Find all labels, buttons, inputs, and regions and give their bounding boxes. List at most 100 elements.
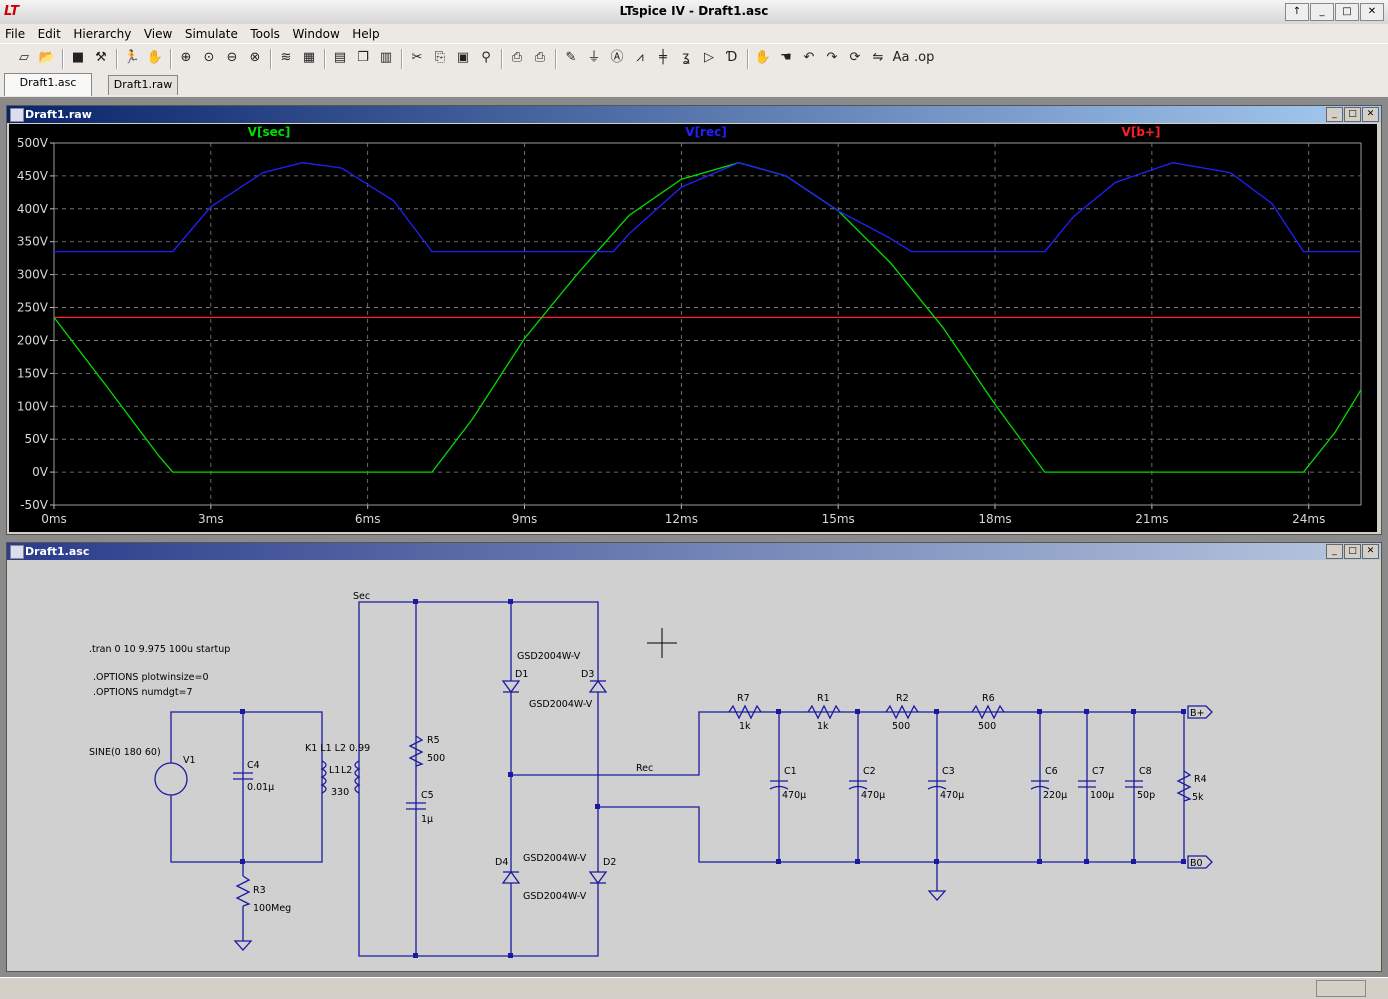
y-tick-label: 500V — [17, 136, 49, 150]
menu-edit[interactable]: Edit — [33, 24, 65, 41]
d3-ref-label: D3 — [581, 669, 594, 680]
drag-icon[interactable]: ☚ — [776, 48, 796, 68]
x-tick-label: 3ms — [198, 512, 224, 526]
schematic-minimize-button[interactable]: _ — [1326, 544, 1343, 559]
trace-legend-label[interactable]: V[sec] — [248, 125, 291, 139]
schematic-canvas[interactable]: .tran 0 10 9.975 100u startup .OPTIONS p… — [9, 561, 1377, 969]
mirror-icon[interactable]: ⇋ — [868, 48, 888, 68]
maximize-button[interactable]: □ — [1335, 3, 1359, 21]
trace-legend-label[interactable]: V[rec] — [685, 125, 726, 139]
rotate-icon[interactable]: ⟳ — [845, 48, 865, 68]
zoom-in-icon[interactable]: ⊕ — [176, 48, 196, 68]
status-bar — [0, 977, 1388, 999]
close-button[interactable]: ✕ — [1360, 3, 1384, 21]
tab-draft1-asc[interactable]: Draft1.asc — [4, 73, 92, 96]
zoom-pan-icon[interactable]: ⊙ — [199, 48, 219, 68]
menu-help[interactable]: Help — [347, 24, 383, 41]
d2-value-label: GSD2004W-V — [523, 891, 587, 902]
schematic-close-button[interactable]: ✕ — [1362, 544, 1379, 559]
toolbar-separator — [747, 49, 749, 69]
resistor-icon[interactable]: ⩘ — [630, 48, 650, 68]
directive-tran[interactable]: .tran 0 10 9.975 100u startup — [89, 644, 230, 655]
move-icon[interactable]: ✋ — [753, 48, 773, 68]
tile-vertical-icon[interactable]: ▥ — [376, 48, 396, 68]
schematic-window: Draft1.asc _ □ ✕ .tran 0 10 9.975 100u s… — [6, 542, 1382, 972]
control-panel-icon[interactable]: ⚒ — [91, 48, 111, 68]
menu-view[interactable]: View — [139, 24, 176, 41]
menu-window[interactable]: Window — [287, 24, 343, 41]
rollup-button[interactable]: ↑ — [1285, 3, 1309, 21]
tile-horizontal-icon[interactable]: ▤ — [330, 48, 350, 68]
title-bar: LT LTspice IV - Draft1.asc ↑ _ □ ✕ — [0, 0, 1388, 25]
v1-source-symbol[interactable] — [154, 762, 188, 796]
autorange-icon[interactable]: ≋ — [276, 48, 296, 68]
zoom-cancel-icon[interactable]: ⊗ — [245, 48, 265, 68]
save-icon[interactable]: ■ — [68, 48, 88, 68]
undo-icon[interactable]: ↶ — [799, 48, 819, 68]
run-icon[interactable]: 🏃 — [122, 48, 142, 68]
x-tick-label: 9ms — [512, 512, 538, 526]
r1-ref-label: R1 — [817, 693, 830, 704]
halt-icon[interactable]: ✋ — [145, 48, 165, 68]
directive-coupling[interactable]: K1 L1 L2 0.99 — [305, 743, 370, 754]
v1-ref-label: V1 — [183, 755, 196, 766]
component-icon[interactable]: Ɗ — [722, 48, 742, 68]
waveform-plot[interactable]: 500V 450V 400V 350V 300V 250V 200V 150V 100V 50V 0… — [9, 124, 1377, 532]
inductor-icon[interactable]: ʓ — [676, 48, 696, 68]
cascade-icon[interactable]: ❐ — [353, 48, 373, 68]
d2-ref-label: D2 — [603, 857, 616, 868]
print-preview-icon[interactable]: ⎙ — [507, 48, 527, 68]
directive-plotwinsize[interactable]: .OPTIONS plotwinsize=0 — [93, 672, 209, 683]
net-label-b0: B0 — [1190, 858, 1203, 869]
redo-icon[interactable]: ↷ — [822, 48, 842, 68]
y-tick-label: 150V — [17, 366, 49, 380]
c2-ref-label: C2 — [863, 766, 876, 777]
zoom-out-icon[interactable]: ⊖ — [222, 48, 242, 68]
menu-hierarchy[interactable]: Hierarchy — [68, 24, 135, 41]
cut-icon[interactable]: ✂ — [407, 48, 427, 68]
x-tick-label: 24ms — [1292, 512, 1325, 526]
d4-ref-label: D4 — [495, 857, 508, 868]
ground-icon[interactable]: ⏚ — [584, 48, 604, 68]
c5-ref-label: C5 — [421, 790, 434, 801]
waveform-minimize-button[interactable]: _ — [1326, 107, 1343, 122]
trace-legend-label[interactable]: V[b+] — [1122, 125, 1161, 139]
text-icon[interactable]: Aa — [891, 48, 911, 68]
menu-file[interactable]: File — [0, 24, 29, 41]
y-tick-label: -50V — [20, 498, 49, 512]
open-icon[interactable]: 📂 — [37, 48, 57, 68]
label-net-icon[interactable]: Ⓐ — [607, 48, 627, 68]
d1-value-label: GSD2004W-V — [517, 651, 581, 662]
capacitor-icon[interactable]: ╪ — [653, 48, 673, 68]
copy-icon[interactable]: ⎘ — [430, 48, 450, 68]
new-schematic-icon[interactable]: ▱ — [14, 48, 34, 68]
waveform-maximize-button[interactable]: □ — [1344, 107, 1361, 122]
l1-ref-label: L1 — [329, 765, 340, 776]
tab-draft1-raw[interactable]: Draft1.raw — [108, 75, 178, 95]
print-icon[interactable]: ⎙ — [530, 48, 550, 68]
c6-ref-label: C6 — [1045, 766, 1058, 777]
find-icon[interactable]: ⚲ — [476, 48, 496, 68]
r2-ref-label: R2 — [896, 693, 909, 704]
l2-ref-label: L2 — [341, 765, 352, 776]
menu-simulate[interactable]: Simulate — [180, 24, 242, 41]
menu-tools[interactable]: Tools — [245, 24, 284, 41]
waveform-close-button[interactable]: ✕ — [1362, 107, 1379, 122]
c5-value-label: 1µ — [421, 814, 433, 825]
directive-numdgt[interactable]: .OPTIONS numdgt=7 — [93, 687, 193, 698]
schematic-window-titlebar[interactable]: Draft1.asc — [7, 543, 1381, 560]
c7-value-label: 100µ — [1090, 790, 1114, 801]
view-grid-icon[interactable]: ▦ — [299, 48, 319, 68]
diode-icon[interactable]: ▷ — [699, 48, 719, 68]
net-label-rec: Rec — [636, 763, 653, 774]
paste-icon[interactable]: ▣ — [453, 48, 473, 68]
toolbar-separator — [401, 49, 403, 69]
schematic-maximize-button[interactable]: □ — [1344, 544, 1361, 559]
d3-value-label: GSD2004W-V — [529, 699, 593, 710]
waveform-window-titlebar[interactable]: Draft1.raw — [7, 106, 1381, 123]
spice-directive-icon[interactable]: .op — [914, 48, 934, 68]
r3-ref-label: R3 — [253, 885, 266, 896]
minimize-button[interactable]: _ — [1310, 3, 1334, 21]
y-tick-label: 300V — [17, 268, 49, 282]
draw-wire-icon[interactable]: ✎ — [561, 48, 581, 68]
